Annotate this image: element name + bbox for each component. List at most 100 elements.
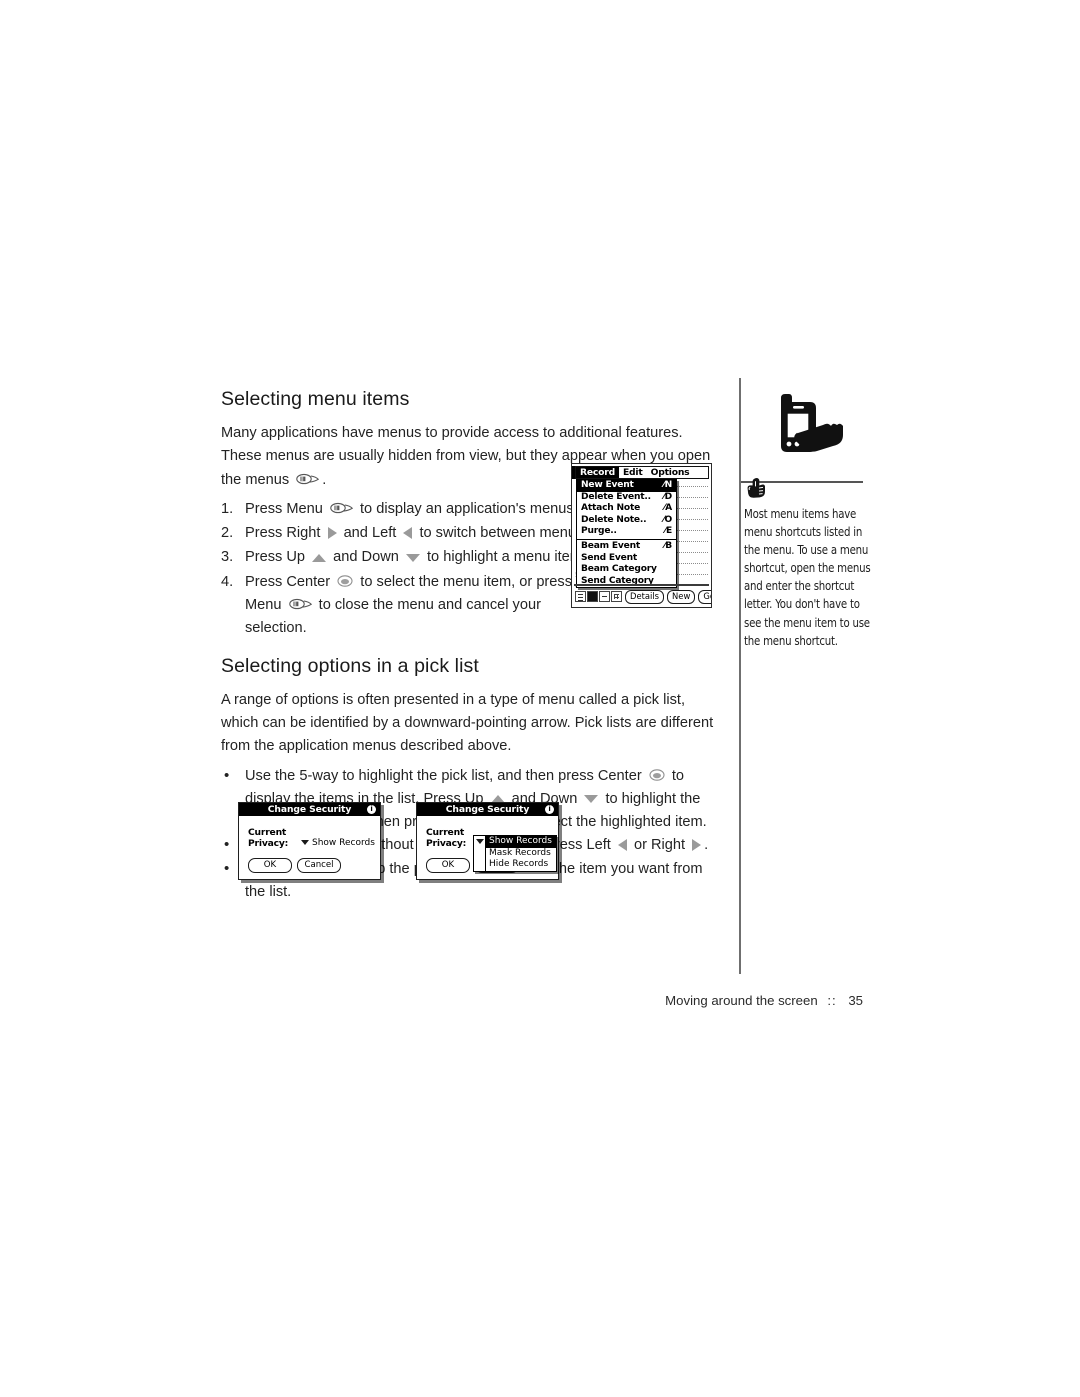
hand-tapping-handheld-icon [765, 389, 861, 459]
page-title-selecting-pick-list: Selecting options in a pick list [221, 654, 479, 677]
chevron-down-icon-box[interactable] [474, 836, 486, 871]
dialog-title-bar: Change Security i [239, 803, 380, 816]
bullet-2-text-b: or Right [633, 837, 686, 854]
sidebar-vertical-rule [739, 378, 741, 974]
manual-page: Selecting menu items Many applications h… [0, 0, 1080, 1397]
dialog-body: Current Privacy: Show Records OK Cancel [239, 816, 380, 879]
month-view-icon[interactable] [599, 591, 610, 602]
menu-item-purge[interactable]: Purge.. ⁄E [577, 526, 676, 538]
step-4-text-d: to close the menu and cancel your [318, 597, 541, 614]
menubar-item-edit[interactable]: Edit [619, 467, 647, 478]
nav-left-icon [617, 838, 628, 852]
tip-text: Most menu items have menu shortcuts list… [744, 506, 871, 648]
footer-page-number: 35 [848, 993, 863, 1008]
dialog-body: Current Privacy: OK Can.. Show Records M… [417, 816, 558, 879]
pointing-hand-icon [744, 475, 770, 501]
menu-item-shortcut: ⁄D [663, 491, 672, 502]
record-dropdown-menu[interactable]: New Event ⁄N Delete Event.. ⁄D Attach No… [576, 479, 677, 589]
nav-down-icon [584, 793, 599, 804]
pick-option-mask-records[interactable]: Mask Records [486, 848, 556, 860]
dialog-title-bar: Change Security i [417, 803, 558, 816]
current-privacy-label-line1: Current [426, 827, 465, 838]
step-4-text-c: Menu [245, 597, 282, 614]
view-mode-buttons[interactable] [575, 591, 622, 602]
menu-item-shortcut: ⁄B [663, 540, 672, 551]
privacy-pick-list-open[interactable]: Show Records Mask Records Hide Records [473, 835, 557, 872]
info-icon[interactable]: i [545, 805, 554, 814]
nav-right-icon [327, 526, 338, 539]
ok-button[interactable]: OK [248, 858, 292, 873]
new-button[interactable]: New [667, 589, 696, 604]
sidebar-column: Most menu items have menu shortcuts list… [744, 389, 872, 650]
menu-item-label: Beam Event [581, 540, 641, 551]
agenda-view-icon[interactable] [611, 591, 622, 602]
step-3-text-c: to highlight a menu item. [426, 549, 586, 566]
menu-items-intro-period: . [322, 471, 327, 488]
menu-item-label: Delete Event.. [581, 491, 651, 502]
menu-item-new-event[interactable]: New Event ⁄N [577, 480, 676, 492]
step-4-text-b: to select the menu item, or press [360, 573, 572, 590]
menu-item-label: Attach Note [581, 503, 641, 514]
pda-toolbar: Details New Go To [574, 584, 711, 605]
info-icon[interactable]: i [367, 805, 376, 814]
dialog-button-row: OK Cancel [248, 858, 341, 873]
page-footer: Moving around the screen :: 35 [0, 993, 863, 1008]
pick-list-intro: A range of options is often presented in… [221, 691, 714, 755]
footer-separator: :: [827, 993, 837, 1008]
bullet-marker: • [224, 859, 230, 877]
bullet-1-text-a: Use the 5-way to highlight the pick list… [245, 767, 642, 784]
chevron-down-icon [475, 839, 484, 844]
cancel-button[interactable]: Cancel [297, 858, 341, 873]
dialog-title: Change Security [445, 804, 530, 815]
step-4-text-a: Press Center [245, 573, 331, 590]
change-security-dialog-expanded: Change Security i Current Privacy: OK Ca… [416, 802, 559, 880]
menu-item-send-event[interactable]: Send Event [577, 553, 676, 565]
privacy-pick-list[interactable]: Show Records [301, 838, 375, 848]
nav-down-icon [405, 552, 420, 563]
week-view-icon[interactable] [587, 591, 598, 602]
menu-item-label: New Event [581, 480, 634, 490]
ok-button[interactable]: OK [426, 858, 470, 873]
step-4-number: 4. [221, 573, 234, 590]
details-button[interactable]: Details [625, 589, 665, 604]
menu-item-delete-event[interactable]: Delete Event.. ⁄D [577, 492, 676, 504]
day-view-icon[interactable] [575, 591, 586, 602]
step-3-text-a: Press Up [245, 549, 306, 566]
bullet-marker: • [224, 836, 230, 854]
step-2-number: 2. [221, 525, 234, 542]
menu-button-icon [288, 597, 312, 611]
pick-list-options: Show Records Mask Records Hide Records [486, 836, 556, 871]
step-1-text-a: Press Menu [245, 500, 323, 517]
bullet-marker: • [224, 766, 230, 784]
menu-item-shortcut: ⁄N [663, 480, 672, 490]
menu-button-icon [296, 472, 320, 486]
menu-item-beam-category[interactable]: Beam Category [577, 564, 676, 576]
menu-item-shortcut: ⁄O [663, 514, 672, 525]
nav-right-icon [691, 838, 702, 852]
menu-separator [577, 538, 676, 540]
menubar-item-record[interactable]: Record [576, 467, 619, 478]
menubar-item-options[interactable]: Options [647, 467, 694, 478]
menu-item-label: Beam Category [581, 564, 657, 575]
bullet-2-text-c: . [704, 837, 709, 854]
step-2-text-a: Press Right [245, 525, 321, 542]
pick-option-hide-records[interactable]: Hide Records [486, 859, 556, 871]
nav-left-icon [402, 526, 413, 539]
nav-center-icon [649, 768, 665, 782]
step-2-text-b: and Left [343, 525, 397, 542]
step-3-text-b: and Down [333, 549, 399, 566]
privacy-selected-value: Show Records [312, 838, 375, 848]
pick-option-show-records[interactable]: Show Records [486, 836, 556, 848]
pda-menu-screenshot: Record Edit Options 5:00 6:00 New Event … [571, 463, 712, 608]
nav-up-icon [312, 552, 327, 563]
menu-button-icon [330, 501, 353, 515]
menu-item-label: Send Event [581, 552, 637, 563]
menu-item-delete-note[interactable]: Delete Note.. ⁄O [577, 515, 676, 527]
page-title-selecting-menu-items: Selecting menu items [221, 388, 410, 410]
current-privacy-label-line1: Current [248, 827, 287, 838]
step-1-text-b: to display an application's menus. [360, 500, 578, 517]
menu-item-beam-event[interactable]: Beam Event ⁄B [577, 541, 676, 553]
nav-center-icon [337, 574, 353, 588]
menu-item-attach-note[interactable]: Attach Note ⁄A [577, 503, 676, 515]
go-to-button[interactable]: Go To [698, 589, 711, 604]
